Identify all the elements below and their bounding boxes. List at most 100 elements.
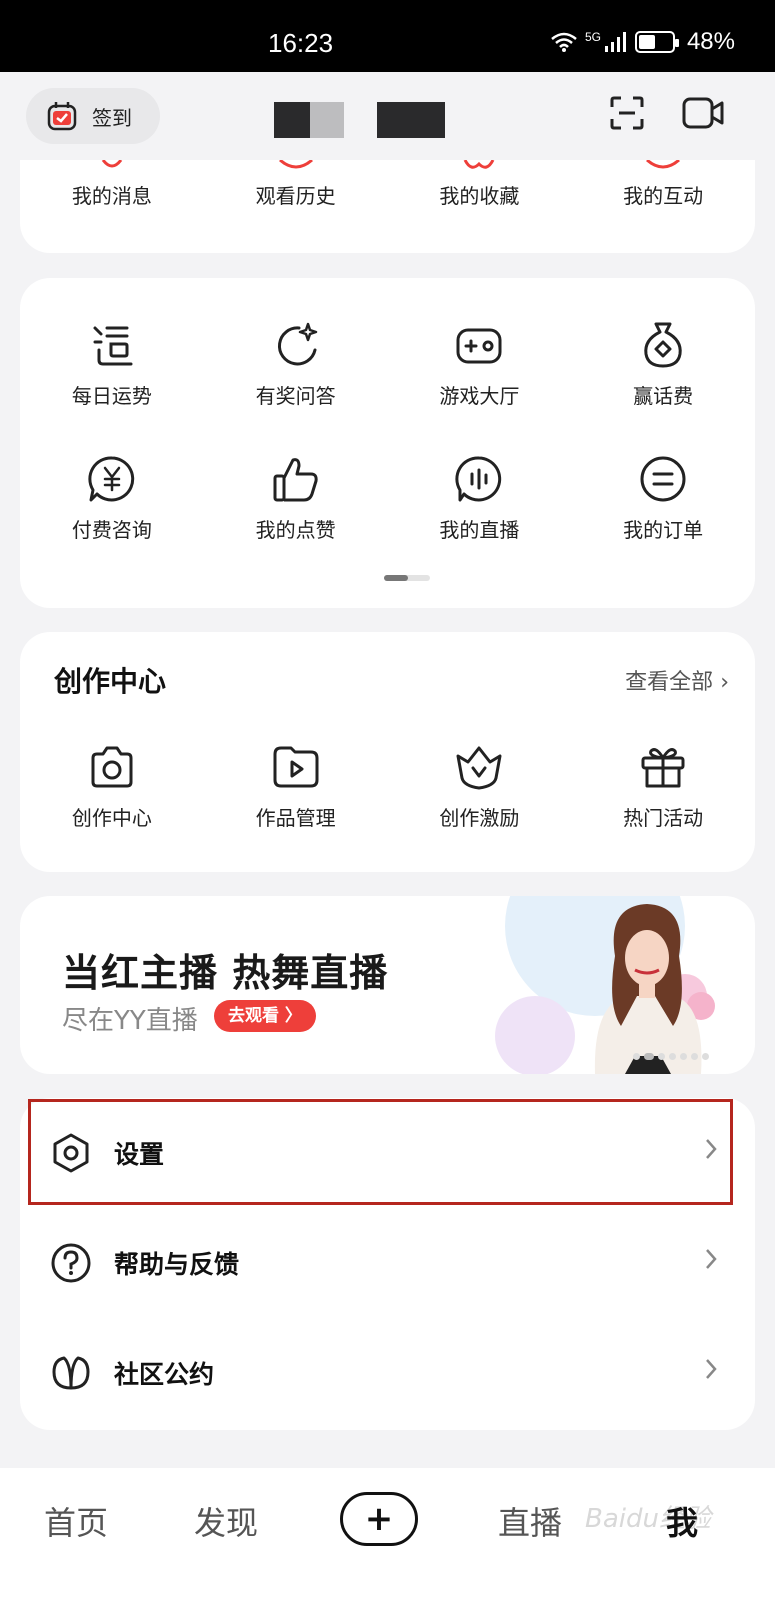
quick-item-label: 观看历史 — [255, 184, 336, 208]
quick-item-interactions[interactable]: 我的互动 — [571, 160, 755, 209]
chevron-right-icon — [706, 1249, 717, 1269]
carousel-dot — [633, 1053, 640, 1060]
history-icon — [278, 160, 313, 169]
bottom-navigation: 首页 发现 + 直播 Baidu经验 我 — [0, 1468, 775, 1600]
service-quiz[interactable]: 有奖问答 — [204, 320, 388, 409]
status-time: 16:23 — [268, 28, 334, 58]
status-bar: 16:23 5G 48% — [0, 0, 775, 72]
video-camera-icon[interactable] — [682, 96, 724, 130]
paid-consult-icon — [88, 456, 135, 502]
chevron-right-icon: › — [720, 670, 729, 695]
service-paid-consult[interactable]: 付费咨询 — [20, 454, 204, 543]
nav-discover[interactable]: 发现 — [194, 1498, 258, 1544]
checkin-button[interactable]: 签到 — [26, 88, 160, 144]
banner-watch-button[interactable]: 去观看 〉 — [214, 1000, 316, 1032]
quick-item-label: 我的互动 — [623, 184, 704, 208]
chevron-right-icon — [706, 1359, 717, 1379]
quick-item-favorites[interactable]: 我的收藏 — [388, 160, 572, 209]
creation-label: 热门活动 — [623, 806, 704, 830]
fortune-icon — [93, 326, 133, 366]
section-title: 创作中心 — [54, 665, 167, 698]
gift-icon — [641, 748, 685, 788]
service-label: 游戏大厅 — [439, 384, 520, 408]
promo-banner[interactable]: 当红主播 热舞直播 尽在YY直播 去观看 〉 — [20, 896, 755, 1074]
service-label: 我的点赞 — [255, 518, 336, 542]
order-icon — [640, 456, 686, 502]
settings-highlight-box — [28, 1099, 733, 1205]
nav-me[interactable]: 我 — [666, 1498, 698, 1544]
camera-icon — [91, 746, 133, 788]
carousel-dot — [658, 1053, 665, 1060]
quick-item-label: 我的消息 — [71, 184, 152, 208]
battery-icon — [634, 31, 679, 53]
carousel-dot — [669, 1053, 676, 1060]
money-bag-icon — [644, 322, 682, 368]
banner-host-photo — [495, 896, 715, 1074]
top-bar: 签到 — [0, 72, 775, 160]
service-label: 每日运势 — [71, 384, 152, 408]
creation-center-card: 创作中心 查看全部 › 创作中心 作品管理 创作激励 热门活动 — [20, 632, 755, 872]
page-indicator — [384, 575, 430, 581]
menu-label: 社区公约 — [114, 1360, 215, 1389]
view-all-label: 查看全部 — [625, 670, 714, 695]
menu-item-help[interactable]: 帮助与反馈 — [20, 1208, 755, 1318]
quick-access-card: 我的消息 观看历史 我的收藏 我的互动 — [20, 160, 755, 253]
creation-item-events[interactable]: 热门活动 — [571, 742, 755, 831]
service-phone-credit[interactable]: 赢话费 — [571, 320, 755, 409]
menu-label: 帮助与反馈 — [114, 1250, 240, 1279]
quick-item-history[interactable]: 观看历史 — [204, 160, 388, 209]
creation-label: 作品管理 — [255, 806, 336, 830]
quick-item-label: 我的收藏 — [439, 184, 520, 208]
nav-home[interactable]: 首页 — [44, 1498, 108, 1544]
nav-add-button[interactable]: + — [340, 1492, 418, 1546]
menu-item-community[interactable]: 社区公约 — [20, 1318, 755, 1428]
nav-live[interactable]: 直播 — [498, 1498, 562, 1544]
carousel-dot — [702, 1053, 709, 1060]
carousel-dot-active — [644, 1053, 654, 1060]
quiz-icon — [277, 322, 317, 366]
censored-username-part — [310, 102, 344, 138]
service-label: 我的订单 — [623, 518, 704, 542]
censored-id — [377, 102, 445, 138]
view-all-link[interactable]: 查看全部 › — [625, 664, 729, 696]
service-gaming[interactable]: 游戏大厅 — [388, 320, 572, 409]
banner-title: 当红主播 热舞直播 — [62, 951, 389, 995]
censored-username — [274, 102, 310, 138]
page-indicator-active — [384, 575, 408, 581]
service-my-live[interactable]: 我的直播 — [388, 454, 572, 543]
battery-percent: 48% — [686, 28, 735, 55]
creation-item-incentive[interactable]: 创作激励 — [388, 742, 572, 831]
creation-label: 创作激励 — [439, 806, 520, 830]
crown-icon — [456, 746, 502, 790]
service-likes[interactable]: 我的点赞 — [204, 454, 388, 543]
scan-icon[interactable] — [610, 96, 644, 130]
help-icon — [51, 1243, 91, 1283]
gamepad-icon — [456, 328, 502, 364]
service-label: 赢话费 — [633, 384, 694, 408]
services-card: 每日运势 有奖问答 游戏大厅 赢话费 付费咨询 我的点赞 我的直播 我的订单 — [20, 278, 755, 608]
service-label: 有奖问答 — [255, 384, 336, 408]
carousel-dot — [691, 1053, 698, 1060]
network-label: 5G — [584, 30, 601, 44]
banner-subtitle: 尽在YY直播 — [62, 1006, 198, 1036]
thumbs-up-icon — [273, 458, 318, 502]
banner-carousel-dots — [633, 1053, 709, 1060]
signal-icon — [604, 32, 626, 52]
creation-item-works[interactable]: 作品管理 — [204, 742, 388, 831]
service-fortune[interactable]: 每日运势 — [20, 320, 204, 409]
leaf-icon — [52, 1356, 90, 1390]
favorite-icon — [464, 160, 495, 169]
interaction-icon — [646, 160, 681, 169]
video-folder-icon — [273, 746, 319, 788]
service-orders[interactable]: 我的订单 — [571, 454, 755, 543]
creation-label: 创作中心 — [71, 806, 152, 830]
service-label: 付费咨询 — [71, 518, 152, 542]
status-indicators: 5G 48% — [551, 28, 735, 56]
quick-item-messages[interactable]: 我的消息 — [20, 160, 204, 209]
calendar-check-icon — [47, 102, 77, 131]
wifi-icon — [551, 32, 577, 52]
creation-item-center[interactable]: 创作中心 — [20, 742, 204, 831]
message-icon — [101, 160, 123, 168]
carousel-dot — [680, 1053, 687, 1060]
service-label: 我的直播 — [439, 518, 520, 542]
